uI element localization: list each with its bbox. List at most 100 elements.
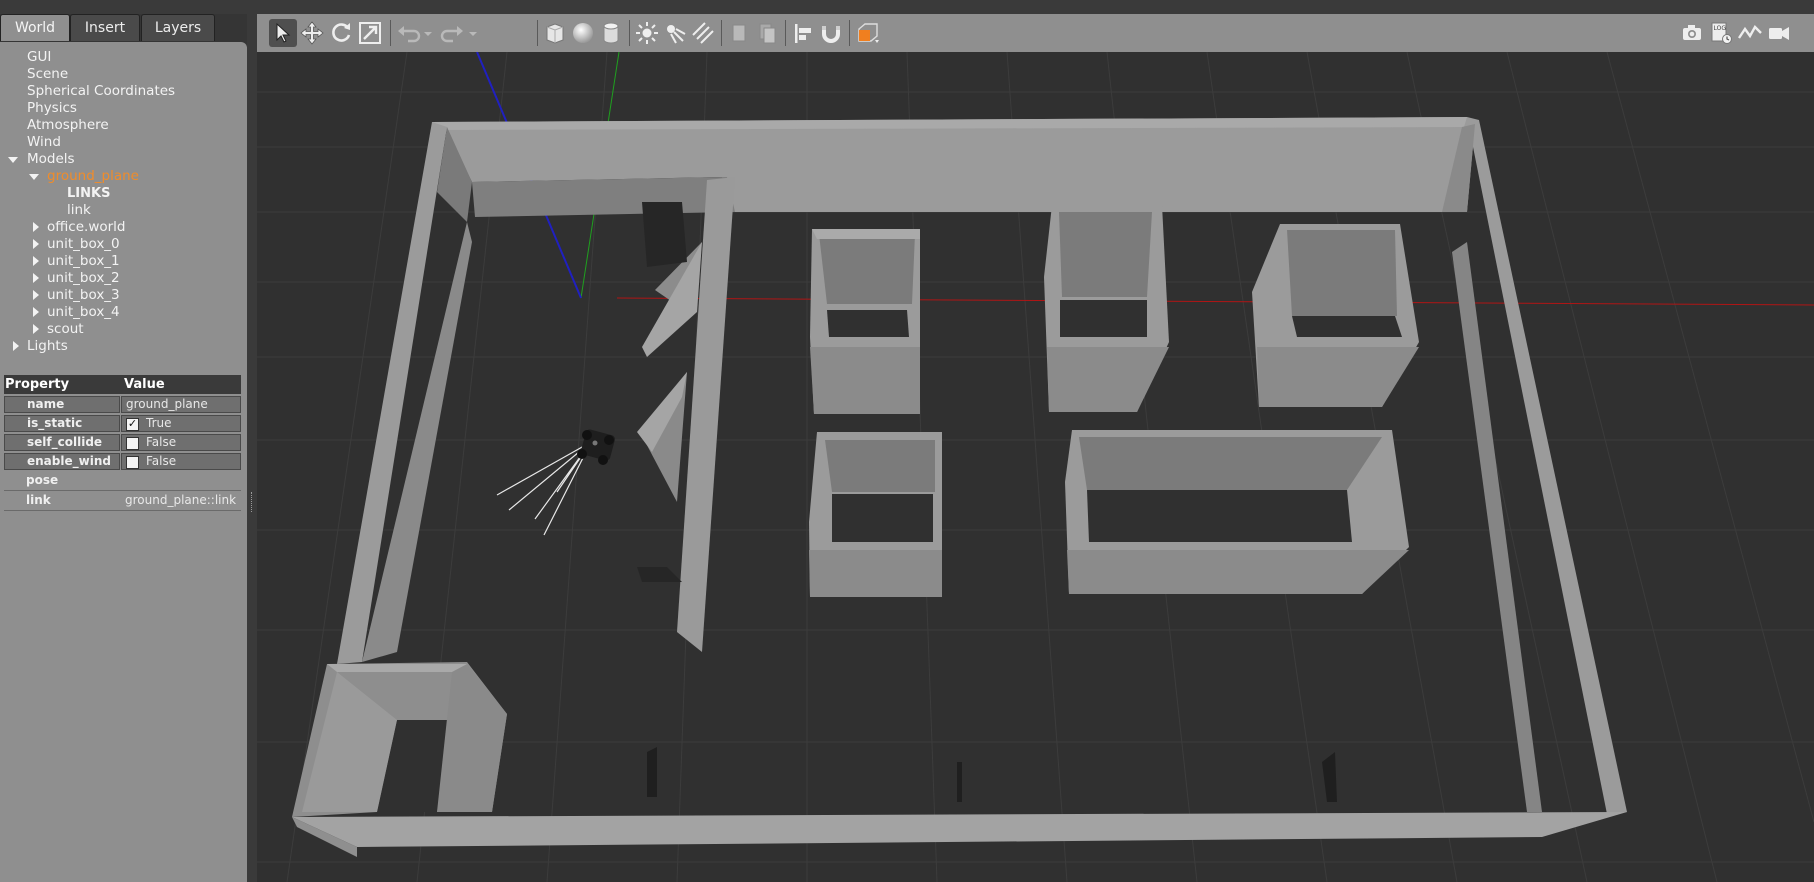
checkbox-unchecked[interactable] <box>126 437 139 450</box>
log-icon[interactable]: LOG <box>1707 19 1735 47</box>
log-badge-text: LOG <box>1714 25 1727 32</box>
tree-item-scout[interactable]: scout <box>33 321 84 338</box>
checkbox-label: True <box>146 416 172 430</box>
property-row-self-collide: self_collide False <box>4 434 241 451</box>
tree-item-office-world[interactable]: office.world <box>33 219 126 236</box>
tree-item-label: unit_box_2 <box>47 270 120 286</box>
expand-down-icon[interactable] <box>29 174 39 180</box>
tree-item-models[interactable]: Models <box>8 151 75 168</box>
checkbox-unchecked[interactable] <box>126 456 139 469</box>
property-key: pose <box>4 473 120 490</box>
header-value: Value <box>124 377 165 392</box>
tab-insert[interactable]: Insert <box>70 14 140 41</box>
view-angle-icon[interactable] <box>853 19 881 47</box>
tree-item-label: unit_box_4 <box>47 304 120 320</box>
expand-right-icon[interactable] <box>33 273 39 283</box>
tree-item-label: Models <box>27 151 75 167</box>
tree-item-unit-box-1[interactable]: unit_box_1 <box>33 253 120 270</box>
office-world-scene <box>257 52 1814 882</box>
tree-item-physics[interactable]: Physics <box>27 100 77 117</box>
screenshot-icon[interactable] <box>1678 19 1706 47</box>
property-value-field: False <box>121 453 241 470</box>
panel-splitter[interactable] <box>247 14 257 882</box>
tree-item-label: Scene <box>27 66 69 82</box>
checkbox-checked[interactable]: ✓ <box>126 418 139 431</box>
spot-light-icon[interactable] <box>661 19 689 47</box>
directional-light-icon[interactable] <box>689 19 717 47</box>
header-property: Property <box>5 377 70 392</box>
rotate-icon[interactable] <box>327 19 355 47</box>
tree-item-unit-box-2[interactable]: unit_box_2 <box>33 270 120 287</box>
expand-right-icon[interactable] <box>33 222 39 232</box>
tree-item-link[interactable]: link <box>67 202 91 219</box>
tree-item-unit-box-3[interactable]: unit_box_3 <box>33 287 120 304</box>
property-value-field: False <box>121 434 241 451</box>
box-icon[interactable] <box>541 19 569 47</box>
tree-item-scene[interactable]: Scene <box>27 66 68 83</box>
toolbar-separator <box>390 20 391 46</box>
unit-box-room-d <box>809 432 942 597</box>
sphere-icon[interactable] <box>569 19 597 47</box>
tree-item-label: unit_box_0 <box>47 236 120 252</box>
select-arrow-icon[interactable] <box>269 19 297 47</box>
tree-item-spherical-coordinates[interactable]: Spherical Coordinates <box>27 83 175 100</box>
paste-icon[interactable] <box>753 19 781 47</box>
align-icon[interactable] <box>789 19 817 47</box>
tree-item-label: Spherical Coordinates <box>27 83 176 99</box>
undo-icon[interactable] <box>394 19 422 47</box>
undo-history-icon[interactable] <box>421 19 435 47</box>
expand-right-icon[interactable] <box>13 341 19 351</box>
main-toolbar: LOG <box>257 14 1814 52</box>
expand-right-icon[interactable] <box>33 324 39 334</box>
property-key: is_static <box>4 415 120 432</box>
world-tree: GUI Scene Spherical Coordinates Physics … <box>0 42 247 395</box>
tree-item-unit-box-4[interactable]: unit_box_4 <box>33 304 120 321</box>
property-row-name: name ground_plane <box>4 396 241 413</box>
expand-right-icon[interactable] <box>33 256 39 266</box>
unit-box-room-e <box>1065 430 1409 594</box>
property-value-field: ✓ True <box>121 415 241 432</box>
expand-down-icon[interactable] <box>8 157 18 163</box>
translate-icon[interactable] <box>298 19 326 47</box>
property-row-is-static: is_static ✓ True <box>4 415 241 432</box>
tree-item-gui[interactable]: GUI <box>27 49 51 66</box>
redo-history-icon[interactable] <box>466 19 480 47</box>
tree-item-wind[interactable]: Wind <box>27 134 61 151</box>
tree-item-ground-plane[interactable]: ground_plane <box>29 168 139 185</box>
expand-right-icon[interactable] <box>33 290 39 300</box>
tree-item-label: Atmosphere <box>27 117 109 133</box>
property-value-field[interactable]: ground_plane <box>121 396 241 413</box>
toolbar-separator <box>721 20 722 46</box>
unit-box-room-c <box>1252 224 1419 407</box>
toolbar-separator <box>537 20 538 46</box>
property-row-enable-wind: enable_wind False <box>4 453 241 470</box>
tree-item-label: Lights <box>27 338 68 354</box>
tab-world[interactable]: World <box>0 14 70 41</box>
point-light-icon[interactable] <box>633 19 661 47</box>
tree-item-label: Physics <box>27 100 77 116</box>
toolbar-separator <box>849 20 850 46</box>
tab-layers[interactable]: Layers <box>141 14 215 41</box>
property-row-link[interactable]: link ground_plane::link <box>4 493 241 511</box>
tree-item-label: Wind <box>27 134 61 150</box>
3d-viewport[interactable] <box>257 52 1814 882</box>
tree-item-unit-box-0[interactable]: unit_box_0 <box>33 236 120 253</box>
property-key: self_collide <box>4 434 120 451</box>
tree-item-lights[interactable]: Lights <box>13 338 68 355</box>
cylinder-icon[interactable] <box>597 19 625 47</box>
snap-icon[interactable] <box>817 19 845 47</box>
copy-icon[interactable] <box>725 19 753 47</box>
splitter-grip-icon <box>251 492 254 512</box>
left-panel: World Insert Layers GUI Scene Spherical … <box>0 14 247 882</box>
scale-icon[interactable] <box>356 19 384 47</box>
tree-item-atmosphere[interactable]: Atmosphere <box>27 117 109 134</box>
property-value: ground_plane::link <box>121 493 241 510</box>
property-key: name <box>4 396 120 413</box>
record-video-icon[interactable] <box>1765 19 1793 47</box>
plot-icon[interactable] <box>1736 19 1764 47</box>
expand-right-icon[interactable] <box>33 239 39 249</box>
redo-icon[interactable] <box>439 19 467 47</box>
expand-right-icon[interactable] <box>33 307 39 317</box>
property-row-pose[interactable]: pose <box>4 473 241 491</box>
tree-item-links-header: LINKS <box>67 185 110 202</box>
